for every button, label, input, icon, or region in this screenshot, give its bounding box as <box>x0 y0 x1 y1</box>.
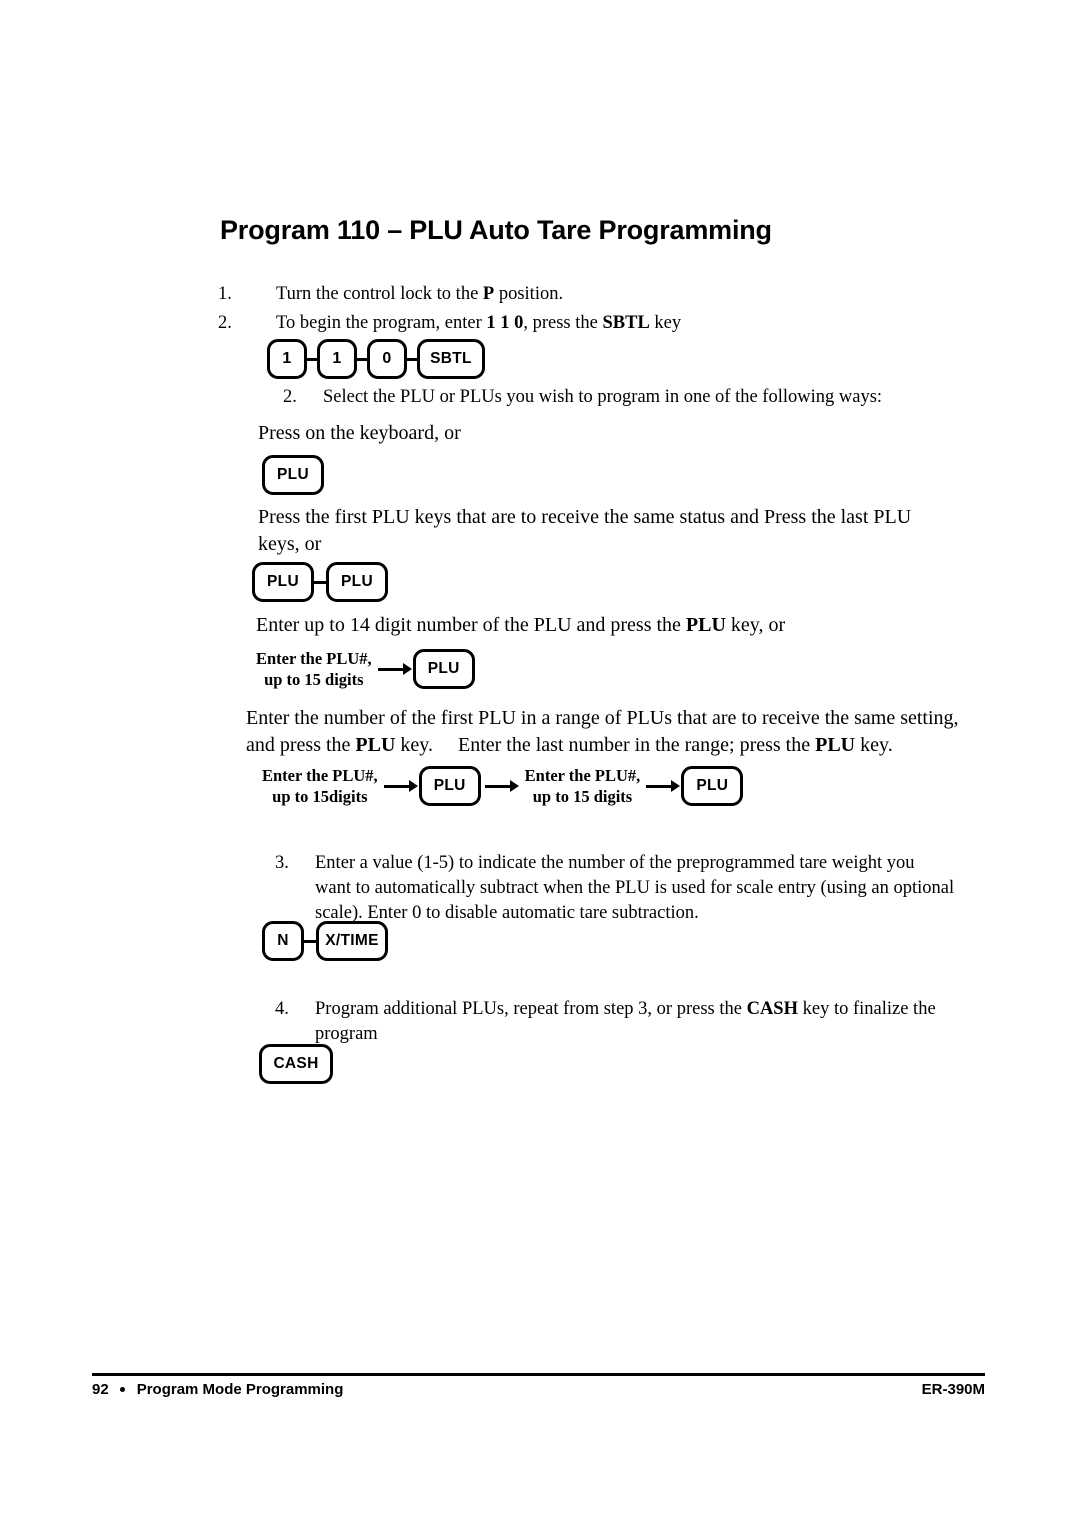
step-3-number: 3. <box>275 853 289 873</box>
key-sequence-plu-pair: PLU PLU <box>252 562 388 602</box>
key-0[interactable]: 0 <box>367 339 407 379</box>
caption-line-2: up to 15 digits <box>532 787 633 806</box>
step-2: 2. To begin the program, enter 1 1 0, pr… <box>218 311 938 336</box>
key-connector <box>314 580 326 584</box>
footer-divider <box>92 1373 985 1376</box>
key-1-first[interactable]: 1 <box>267 339 307 379</box>
step-2b: 2. Select the PLU or PLUs you wish to pr… <box>283 385 983 410</box>
paragraph-first-plu-keys: Press the first PLU keys that are to rec… <box>258 506 912 555</box>
key-sequence-enter-plu-range: Enter the PLU#, up to 15digits PLU Enter… <box>262 765 744 807</box>
key-sbtl[interactable]: SBTL <box>417 339 485 379</box>
caption-line-2: up to 15 digits <box>264 670 364 689</box>
key-sequence-enter-plu-single: Enter the PLU#, up to 15 digits PLU <box>256 648 475 690</box>
paragraph-range-bold-plu-2: PLU <box>815 734 856 756</box>
caption-line-2: up to 15digits <box>272 787 368 806</box>
key-plu-first[interactable]: PLU <box>252 562 314 602</box>
key-plu-second[interactable]: PLU <box>326 562 388 602</box>
step-4-bold-cash: CASH <box>746 999 798 1019</box>
key-connector <box>407 357 417 361</box>
step-1-text-before: Turn the control lock to the <box>276 284 483 304</box>
key-connector <box>357 357 367 361</box>
step-2-bold-110: 1 1 0 <box>486 313 524 333</box>
key-cash[interactable]: CASH <box>259 1044 333 1084</box>
key-plu-second[interactable]: PLU <box>681 766 744 806</box>
caption-line-1: Enter the PLU#, <box>256 649 372 668</box>
caption-enter-plu-number-first: Enter the PLU#, up to 15digits <box>262 765 378 807</box>
key-plu-first[interactable]: PLU <box>418 766 481 806</box>
step-2-text-after: key <box>649 313 682 333</box>
footer-model: ER-390M <box>921 1381 985 1398</box>
key-n[interactable]: N <box>262 921 304 961</box>
key-connector <box>307 357 317 361</box>
caption-enter-plu-number: Enter the PLU#, up to 15 digits <box>256 648 372 690</box>
paragraph-range-part3: key. <box>855 734 893 756</box>
step-4-text: Program additional PLUs, repeat from ste… <box>315 997 955 1047</box>
step-4-number: 4. <box>275 999 289 1019</box>
paragraph-14-digit-after: key, or <box>725 614 786 636</box>
arrow-right-icon <box>646 780 681 792</box>
step-2-text: To begin the program, enter 1 1 0, press… <box>276 311 938 336</box>
key-sequence-begin-program: 1 1 0 SBTL <box>267 339 485 379</box>
step-4: 4. Program additional PLUs, repeat from … <box>275 997 955 1047</box>
step-1-text-after: position. <box>494 284 564 304</box>
step-1-number: 1. <box>218 284 232 304</box>
step-2-number: 2. <box>218 313 232 333</box>
page-title: Program 110 – PLU Auto Tare Programming <box>220 215 772 245</box>
caption-enter-plu-number-second: Enter the PLU#, up to 15 digits <box>525 765 641 807</box>
step-1: 1. Turn the control lock to the P positi… <box>218 282 918 307</box>
paragraph-press-keyboard: Press on the keyboard, or <box>258 422 461 444</box>
step-2b-text: Select the PLU or PLUs you wish to progr… <box>323 387 883 407</box>
caption-line-1: Enter the PLU#, <box>262 766 378 785</box>
paragraph-14-digit: Enter up to 14 digit number of the PLU a… <box>256 612 976 639</box>
step-2b-number: 2. <box>283 387 297 407</box>
arrow-right-icon <box>377 663 412 675</box>
step-1-text: Turn the control lock to the P position. <box>276 282 918 307</box>
key-plu[interactable]: PLU <box>262 455 324 495</box>
step-2-text-before: To begin the program, enter <box>276 313 487 333</box>
arrow-right-icon <box>484 780 519 792</box>
arrow-right-icon <box>383 780 418 792</box>
caption-line-1: Enter the PLU#, <box>524 766 641 785</box>
key-connector <box>304 939 316 943</box>
key-sequence-single-plu: PLU <box>262 455 324 495</box>
paragraph-14-digit-bold-plu: PLU <box>685 614 726 636</box>
step-2-text-mid: , press the <box>523 313 603 333</box>
key-sequence-tare-value: N X/TIME <box>262 921 388 961</box>
step-4-text-before: Program additional PLUs, repeat from ste… <box>315 999 747 1019</box>
step-3-text: Enter a value (1-5) to indicate the numb… <box>315 853 955 923</box>
document-page: Program 110 – PLU Auto Tare Programming … <box>0 0 1080 1528</box>
key-1-second[interactable]: 1 <box>317 339 357 379</box>
key-plu[interactable]: PLU <box>412 649 475 689</box>
key-x-time[interactable]: X/TIME <box>316 921 388 961</box>
step-3: 3. Enter a value (1-5) to indicate the n… <box>275 851 955 926</box>
step-1-bold-p: P <box>482 284 495 304</box>
step-2-bold-sbtl: SBTL <box>602 313 650 333</box>
paragraph-14-digit-before: Enter up to 14 digit number of the PLU a… <box>256 614 686 636</box>
paragraph-plu-range: Enter the number of the first PLU in a r… <box>246 705 986 759</box>
paragraph-range-part2: key. Enter the last number in the range;… <box>395 734 816 756</box>
key-sequence-finalize: CASH <box>259 1044 333 1084</box>
paragraph-range-bold-plu-1: PLU <box>355 734 396 756</box>
